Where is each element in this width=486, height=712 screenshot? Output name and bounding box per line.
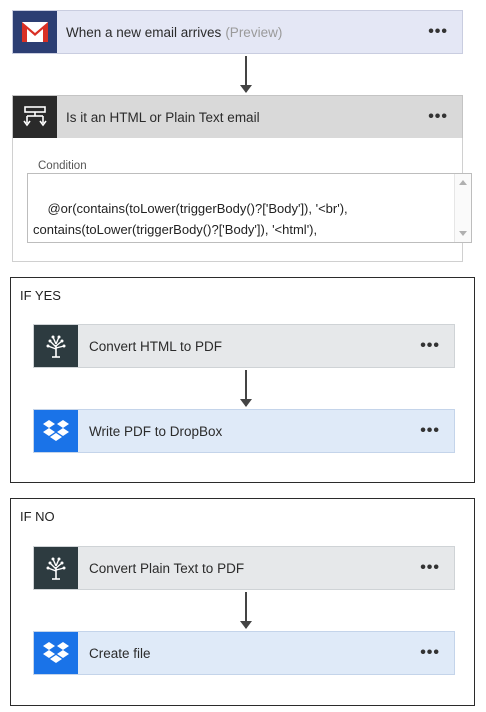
pdf-converter-icon <box>34 547 78 589</box>
action-label: Create file <box>89 645 151 661</box>
action-card[interactable]: Convert HTML to PDF ••• <box>33 324 455 368</box>
condition-card[interactable]: Is it an HTML or Plain Text email ••• <box>12 95 463 139</box>
if-yes-title: IF YES <box>20 288 61 303</box>
action-label: Write PDF to DropBox <box>89 423 223 439</box>
action-label: Convert Plain Text to PDF <box>89 560 245 576</box>
scroll-up-icon[interactable] <box>459 180 467 185</box>
condition-icon <box>13 96 57 138</box>
action-more-button[interactable]: ••• <box>420 338 440 354</box>
condition-expression-input[interactable]: @or(contains(toLower(triggerBody()?['Bod… <box>27 173 472 243</box>
expression-scrollbar[interactable] <box>454 174 471 242</box>
condition-expression: @or(contains(toLower(triggerBody()?['Bod… <box>33 201 348 237</box>
flow-arrow <box>240 592 252 629</box>
action-more-button[interactable]: ••• <box>420 560 440 576</box>
action-more-button[interactable]: ••• <box>420 645 440 661</box>
if-no-title: IF NO <box>20 509 55 524</box>
scroll-down-icon[interactable] <box>459 231 467 236</box>
trigger-more-button[interactable]: ••• <box>428 24 448 40</box>
dropbox-icon <box>34 410 78 452</box>
preview-hint: (Preview) <box>225 24 283 40</box>
condition-body: Condition @or(contains(toLower(triggerBo… <box>12 138 472 262</box>
flow-arrow <box>240 56 252 93</box>
action-more-button[interactable]: ••• <box>420 423 440 439</box>
dropbox-icon <box>34 632 78 674</box>
trigger-card[interactable]: When a new email arrives (Preview) ••• <box>12 10 463 54</box>
condition-field-label: Condition <box>38 160 87 172</box>
action-card[interactable]: Create file ••• <box>33 631 455 675</box>
action-card[interactable]: Convert Plain Text to PDF ••• <box>33 546 455 590</box>
flow-arrow <box>240 370 252 407</box>
action-card[interactable]: Write PDF to DropBox ••• <box>33 409 455 453</box>
gmail-icon <box>13 11 57 53</box>
action-label: Convert HTML to PDF <box>89 338 223 354</box>
condition-more-button[interactable]: ••• <box>428 109 448 125</box>
pdf-converter-icon <box>34 325 78 367</box>
trigger-title: When a new email arrives <box>66 24 222 40</box>
condition-title: Is it an HTML or Plain Text email <box>66 109 260 125</box>
